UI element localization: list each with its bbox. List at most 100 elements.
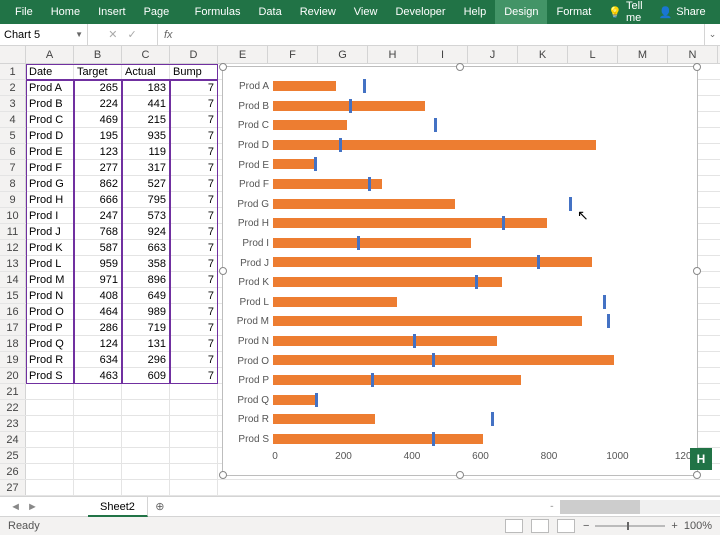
page-break-view-button[interactable]: [557, 519, 575, 533]
cell-C16[interactable]: 989: [122, 304, 170, 319]
chart-bar[interactable]: [273, 120, 347, 130]
cell-C13[interactable]: 358: [122, 256, 170, 271]
cell-D26[interactable]: [170, 464, 218, 479]
cell-A16[interactable]: Prod O: [26, 304, 74, 319]
cell-A26[interactable]: [26, 464, 74, 479]
tell-me[interactable]: 💡 Tell me: [600, 0, 650, 24]
ribbon-tab-help[interactable]: Help: [455, 0, 496, 24]
cell-D27[interactable]: [170, 480, 218, 495]
cell-D17[interactable]: 7: [170, 320, 218, 335]
cell-D8[interactable]: 7: [170, 176, 218, 191]
cell-A6[interactable]: Prod E: [26, 144, 74, 159]
column-header-A[interactable]: A: [26, 46, 74, 63]
cell-D6[interactable]: 7: [170, 144, 218, 159]
zoom-control[interactable]: − + 100%: [583, 520, 712, 532]
cell-C10[interactable]: 573: [122, 208, 170, 223]
cell-A14[interactable]: Prod M: [26, 272, 74, 287]
chart-bar[interactable]: [273, 375, 521, 385]
row-header[interactable]: 7: [0, 160, 26, 175]
horizontal-scrollbar[interactable]: [560, 500, 720, 514]
fx-icon[interactable]: fx: [158, 24, 179, 45]
sheet-nav[interactable]: ◄►: [0, 501, 48, 513]
ribbon-tab-page-layout[interactable]: Page Layout: [135, 0, 186, 24]
row-header[interactable]: 11: [0, 224, 26, 239]
chart-target-marker[interactable]: [475, 275, 478, 289]
cell-D25[interactable]: [170, 448, 218, 463]
chart-target-marker[interactable]: [371, 373, 374, 387]
cell-A1[interactable]: Date: [26, 64, 74, 79]
chart-target-marker[interactable]: [607, 314, 610, 328]
chart-bar[interactable]: [273, 355, 614, 365]
chart-bar[interactable]: [273, 297, 397, 307]
cell-A8[interactable]: Prod G: [26, 176, 74, 191]
chart-bar[interactable]: [273, 414, 375, 424]
cell-C27[interactable]: [122, 480, 170, 495]
column-header-I[interactable]: I: [418, 46, 468, 63]
cell-D1[interactable]: Bump: [170, 64, 218, 79]
ribbon-tab-file[interactable]: File: [6, 0, 42, 24]
cell-D3[interactable]: 7: [170, 96, 218, 111]
cell-C20[interactable]: 609: [122, 368, 170, 383]
chart-target-marker[interactable]: [537, 255, 540, 269]
column-header-F[interactable]: F: [268, 46, 318, 63]
cell-D2[interactable]: 7: [170, 80, 218, 95]
cell-A7[interactable]: Prod F: [26, 160, 74, 175]
cell-D5[interactable]: 7: [170, 128, 218, 143]
cell-C19[interactable]: 296: [122, 352, 170, 367]
column-header-C[interactable]: C: [122, 46, 170, 63]
cell-B17[interactable]: 286: [74, 320, 122, 335]
row-header[interactable]: 9: [0, 192, 26, 207]
chart-bar[interactable]: [273, 159, 314, 169]
cell-D24[interactable]: [170, 432, 218, 447]
chart-target-marker[interactable]: [339, 138, 342, 152]
ribbon-tab-design[interactable]: Design: [495, 0, 547, 24]
ribbon-tab-view[interactable]: View: [345, 0, 387, 24]
chart-bar[interactable]: [273, 395, 318, 405]
accept-icon[interactable]: ✓: [128, 28, 137, 41]
chart-object[interactable]: Prod AProd BProd CProd DProd EProd FProd…: [222, 66, 698, 476]
cancel-icon[interactable]: ✕: [108, 28, 117, 41]
chart-target-marker[interactable]: [569, 197, 572, 211]
cell-A15[interactable]: Prod N: [26, 288, 74, 303]
chart-bar[interactable]: [273, 218, 547, 228]
row-header[interactable]: 3: [0, 96, 26, 111]
cell-C26[interactable]: [122, 464, 170, 479]
row-header[interactable]: 16: [0, 304, 26, 319]
cell-B16[interactable]: 464: [74, 304, 122, 319]
cell-C11[interactable]: 924: [122, 224, 170, 239]
cell-B22[interactable]: [74, 400, 122, 415]
cell-C4[interactable]: 215: [122, 112, 170, 127]
row-header[interactable]: 4: [0, 112, 26, 127]
cell-B26[interactable]: [74, 464, 122, 479]
cell-B25[interactable]: [74, 448, 122, 463]
cell-B4[interactable]: 469: [74, 112, 122, 127]
zoom-slider-thumb[interactable]: [627, 522, 629, 530]
column-header-B[interactable]: B: [74, 46, 122, 63]
column-header-K[interactable]: K: [518, 46, 568, 63]
cell-B20[interactable]: 463: [74, 368, 122, 383]
cell-A2[interactable]: Prod A: [26, 80, 74, 95]
cell-B8[interactable]: 862: [74, 176, 122, 191]
chart-target-marker[interactable]: [603, 295, 606, 309]
cell-D20[interactable]: 7: [170, 368, 218, 383]
row-header[interactable]: 5: [0, 128, 26, 143]
cell-B24[interactable]: [74, 432, 122, 447]
chart-target-marker[interactable]: [434, 118, 437, 132]
column-header-J[interactable]: J: [468, 46, 518, 63]
cell-B11[interactable]: 768: [74, 224, 122, 239]
row-header[interactable]: 20: [0, 368, 26, 383]
cell-C9[interactable]: 795: [122, 192, 170, 207]
cell-C2[interactable]: 183: [122, 80, 170, 95]
cell-D14[interactable]: 7: [170, 272, 218, 287]
column-header-N[interactable]: N: [668, 46, 718, 63]
help-badge[interactable]: H: [690, 448, 712, 470]
cell-C21[interactable]: [122, 384, 170, 399]
row-header[interactable]: 15: [0, 288, 26, 303]
cell-A13[interactable]: Prod L: [26, 256, 74, 271]
cell-B7[interactable]: 277: [74, 160, 122, 175]
cell-A23[interactable]: [26, 416, 74, 431]
column-header-G[interactable]: G: [318, 46, 368, 63]
ribbon-tab-developer[interactable]: Developer: [386, 0, 454, 24]
cell-D18[interactable]: 7: [170, 336, 218, 351]
cell-D19[interactable]: 7: [170, 352, 218, 367]
